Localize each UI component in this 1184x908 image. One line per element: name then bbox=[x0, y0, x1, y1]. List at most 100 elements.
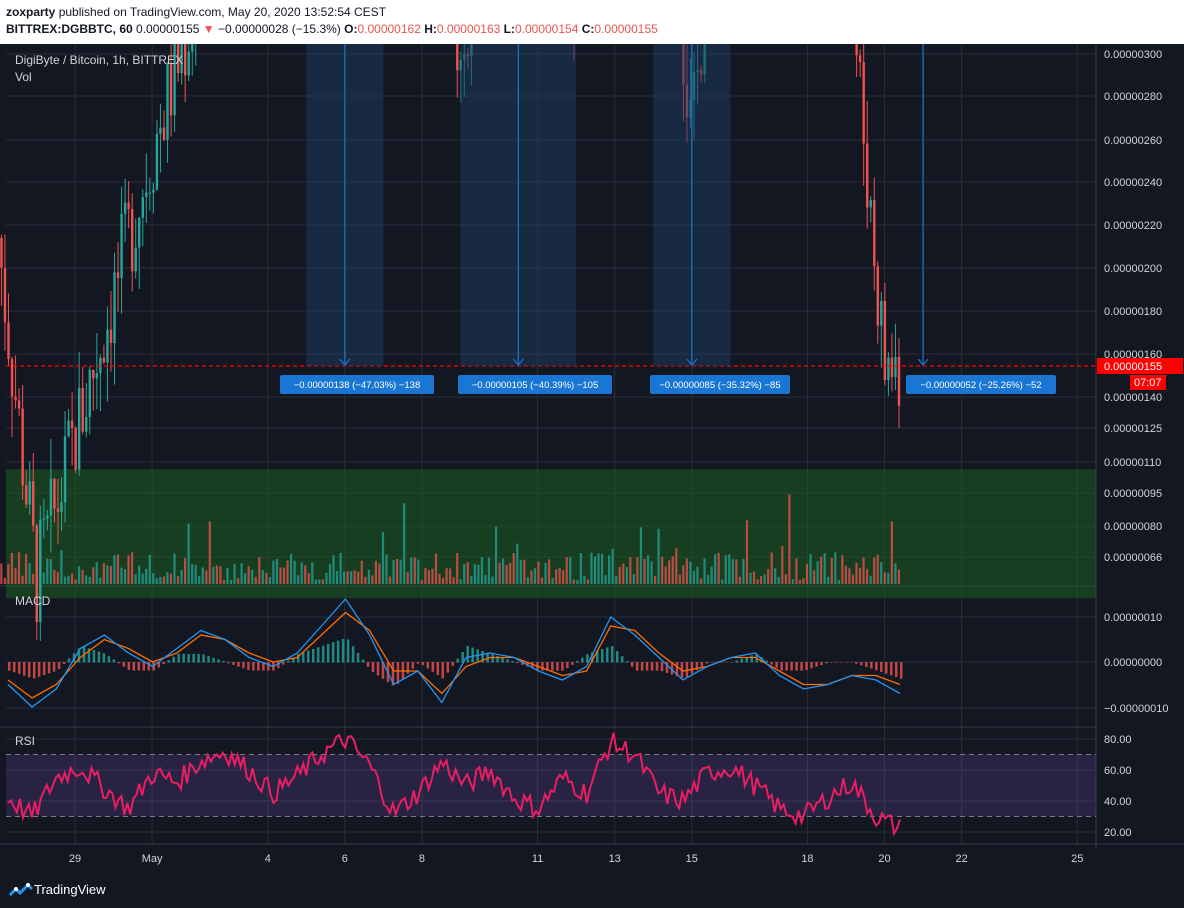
x-tick-label: 11 bbox=[532, 853, 543, 865]
macd-histogram-bar bbox=[371, 662, 375, 673]
candle-body bbox=[10, 358, 14, 397]
macd-histogram-bar bbox=[316, 647, 320, 663]
volume-bar bbox=[441, 578, 445, 584]
measure-label: −0.00000085 (−35.32%) −85 bbox=[659, 380, 780, 391]
macd-histogram-bar bbox=[795, 662, 798, 671]
volume-bar bbox=[304, 565, 307, 584]
macd-histogram-bar bbox=[132, 662, 136, 671]
volume-bar bbox=[622, 563, 625, 584]
volume-bar bbox=[346, 571, 349, 584]
volume-bar bbox=[699, 578, 703, 584]
volume-bar bbox=[770, 552, 773, 584]
volume-bar bbox=[572, 579, 575, 584]
volume-bar bbox=[272, 560, 275, 584]
published-text: published on TradingView.com, May 20, 20… bbox=[58, 5, 387, 19]
macd-histogram-bar bbox=[840, 662, 843, 663]
x-tick-label: 20 bbox=[878, 853, 890, 865]
price-tick-label: 0.00000140 bbox=[1104, 392, 1162, 404]
macd-histogram-bar bbox=[850, 662, 853, 663]
volume-bar bbox=[109, 566, 112, 584]
candle-body bbox=[7, 322, 10, 359]
tradingview-logo-icon[interactable] bbox=[8, 881, 34, 899]
candle-body bbox=[456, 44, 459, 71]
volume-bar bbox=[251, 570, 254, 584]
volume-bar bbox=[502, 558, 505, 584]
volume-bar bbox=[222, 579, 226, 584]
volume-bar bbox=[851, 574, 855, 584]
candle-body bbox=[42, 518, 46, 520]
volume-bar bbox=[335, 570, 339, 584]
volume-bar bbox=[120, 567, 123, 584]
macd-histogram-bar bbox=[207, 656, 210, 663]
candle-body bbox=[106, 329, 109, 363]
close-value: 0.00000155 bbox=[594, 22, 658, 36]
volume-bar bbox=[696, 566, 699, 584]
volume-bar bbox=[459, 579, 462, 584]
candle-body bbox=[887, 357, 890, 380]
volume-bar bbox=[350, 571, 353, 584]
volume-bar bbox=[410, 557, 413, 584]
volume-bar bbox=[169, 573, 173, 584]
macd-histogram-bar bbox=[416, 662, 420, 664]
macd-histogram-bar bbox=[302, 652, 305, 663]
macd-histogram-bar bbox=[42, 662, 46, 676]
volume-bar bbox=[830, 557, 833, 584]
volume-bar bbox=[399, 559, 402, 584]
volume-bar bbox=[717, 552, 720, 584]
volume-bar bbox=[46, 558, 49, 584]
candle-body bbox=[890, 357, 894, 377]
candle-body bbox=[191, 44, 194, 52]
chart-title: DigiByte / Bitcoin, 1h, BITTREX bbox=[15, 53, 183, 67]
volume-bar bbox=[593, 556, 597, 584]
macd-histogram-bar bbox=[635, 662, 639, 671]
candle-body bbox=[894, 356, 897, 377]
volume-bar bbox=[0, 563, 3, 584]
candle-body bbox=[28, 481, 31, 505]
volume-bar bbox=[367, 569, 370, 584]
volume-bar bbox=[445, 567, 448, 584]
x-tick-label: 8 bbox=[419, 853, 425, 865]
volume-bar bbox=[565, 557, 568, 584]
candle-body bbox=[897, 356, 901, 406]
macd-histogram-bar bbox=[610, 646, 614, 663]
candle-body bbox=[873, 200, 876, 267]
support-zone[interactable] bbox=[6, 469, 1096, 599]
candle-body bbox=[67, 420, 70, 437]
volume-bar bbox=[456, 552, 459, 584]
volume-bar bbox=[653, 576, 657, 584]
macd-histogram-bar bbox=[835, 662, 838, 663]
volume-bar bbox=[343, 571, 346, 584]
volume-bar bbox=[802, 578, 805, 584]
volume-bar bbox=[392, 560, 395, 584]
volume-bar bbox=[17, 552, 21, 584]
candle-body bbox=[77, 388, 81, 470]
candle-body bbox=[113, 272, 116, 344]
author[interactable]: zoxparty bbox=[6, 5, 55, 19]
rsi-tick-label: 40.00 bbox=[1104, 796, 1132, 808]
volume-bar bbox=[81, 570, 84, 584]
volume-bar bbox=[661, 556, 664, 584]
volume-bar bbox=[173, 553, 176, 584]
candle-body bbox=[120, 213, 123, 278]
volume-bar bbox=[166, 572, 169, 584]
volume-bar bbox=[812, 570, 816, 584]
volume-bar bbox=[279, 567, 282, 584]
macd-histogram-bar bbox=[421, 662, 425, 666]
countdown-label: 07:07 bbox=[1134, 377, 1162, 389]
volume-bar bbox=[374, 560, 378, 584]
volume-bar bbox=[233, 564, 236, 584]
price-tick-label: 0.00000125 bbox=[1104, 423, 1162, 435]
volume-bar bbox=[99, 577, 102, 584]
volume-bar bbox=[134, 574, 137, 584]
volume-bar bbox=[844, 565, 847, 584]
macd-histogram-bar bbox=[8, 662, 11, 671]
macd-histogram-bar bbox=[780, 662, 783, 671]
volume-bar bbox=[615, 575, 618, 584]
x-tick-label: 15 bbox=[686, 853, 698, 865]
volume-bar bbox=[470, 576, 473, 584]
volume-bar bbox=[452, 577, 455, 584]
volume-bar bbox=[516, 543, 519, 584]
chart-area[interactable]: 29 May 4 6 8 11 13 15 18 20 22 25 0.00000300 0.000002… bbox=[0, 44, 1184, 872]
volume-bar bbox=[491, 576, 494, 584]
volume-bar bbox=[551, 578, 554, 584]
